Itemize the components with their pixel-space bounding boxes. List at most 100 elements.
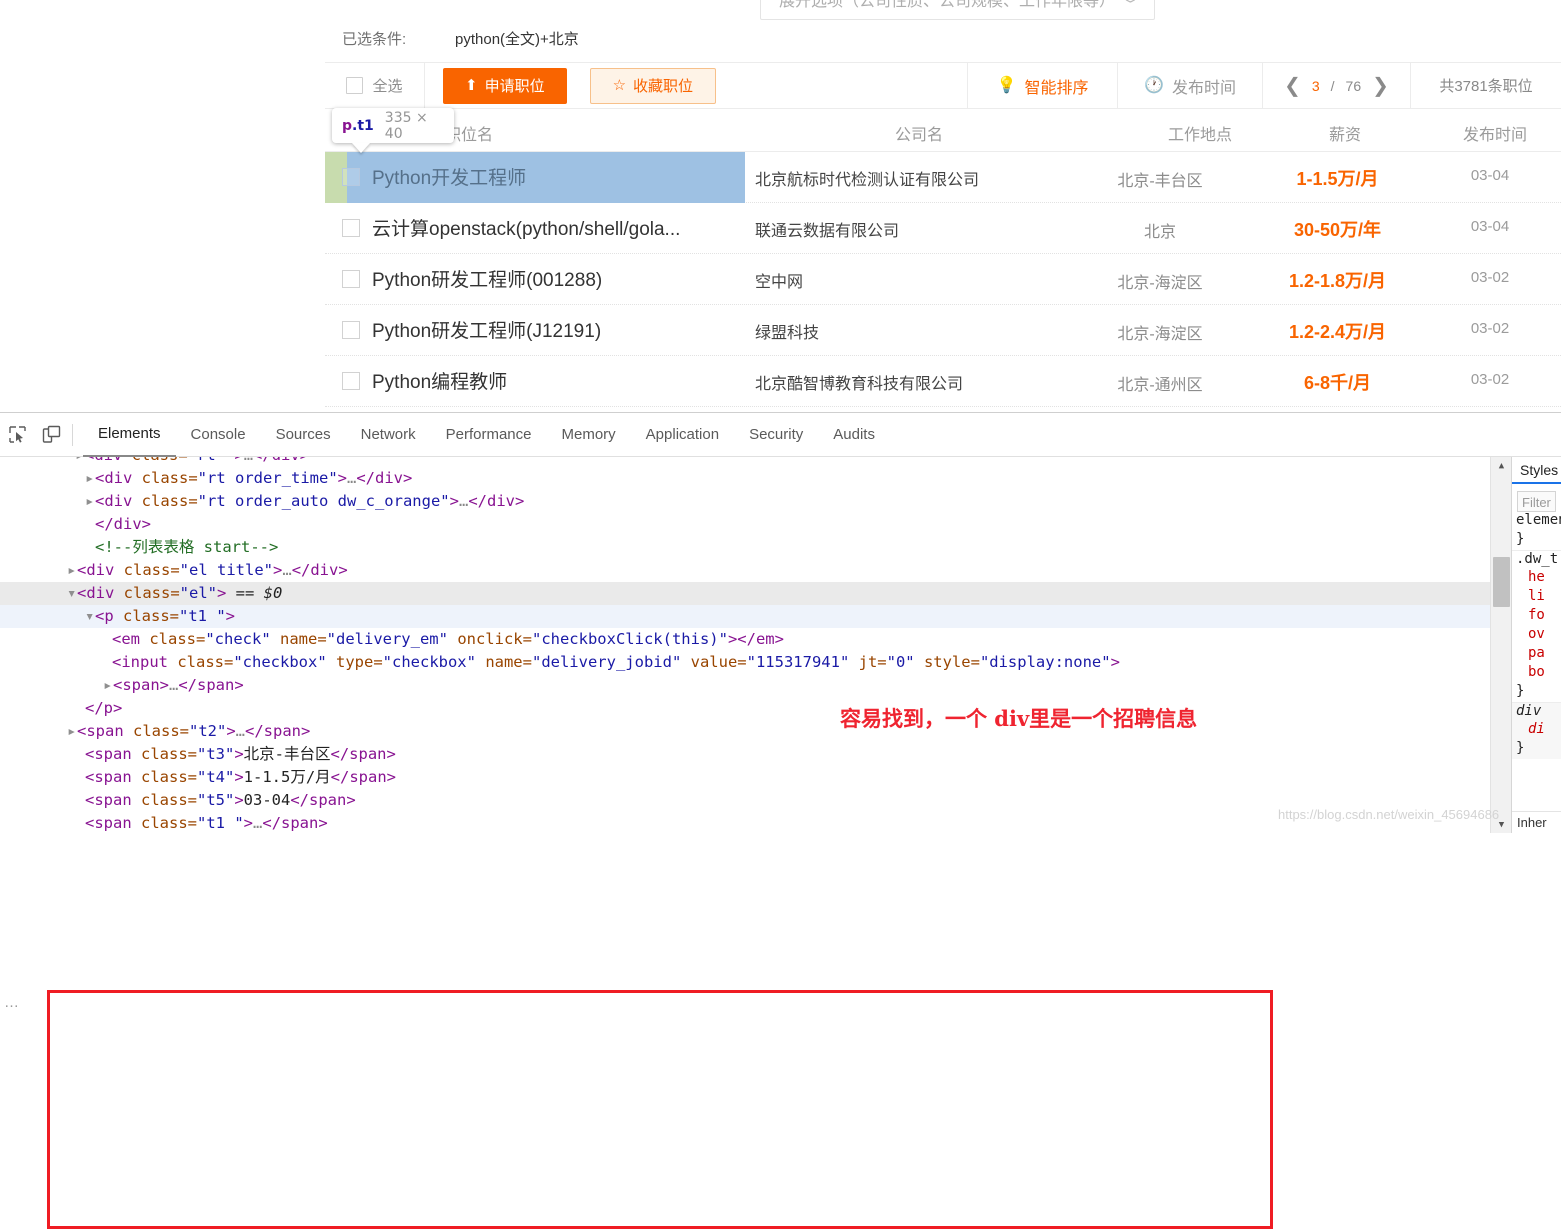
job-title[interactable]: Python开发工程师 (372, 163, 526, 190)
smart-sort-button[interactable]: 💡 智能排序 (968, 63, 1118, 108)
styles-property[interactable]: bo (1512, 664, 1561, 683)
company-name[interactable]: 空中网 (755, 268, 803, 292)
job-salary: 30-50万/年 (1293, 220, 1382, 240)
selected-condition-value: python(全文)+北京 (455, 31, 579, 48)
styles-property[interactable]: pa (1512, 645, 1561, 664)
row-checkbox[interactable] (342, 321, 360, 339)
tab-styles[interactable]: Styles (1512, 457, 1561, 484)
job-title[interactable]: 云计算openstack(python/shell/gola... (372, 214, 680, 241)
table-row[interactable]: Python开发工程师 北京航标时代检测认证有限公司 北京-丰台区 1-1.5万… (325, 152, 1561, 203)
dom-text-t5: 03-04 (243, 791, 291, 809)
dom-line[interactable]: <span class="t4">1-1.5万/月</span> (0, 766, 1490, 789)
dom-line[interactable]: <span class="t1 ">…</span> (0, 812, 1490, 833)
dom-line[interactable]: ▸<div class="rt order_time">…</div> (0, 467, 1490, 490)
favorite-job-label: 收藏职位 (633, 78, 694, 95)
dom-row-menu-icon[interactable]: … (4, 994, 20, 1011)
dom-tree[interactable]: ▸<div class="rt ">…</div> ▸<div class="r… (0, 457, 1490, 833)
dom-comment-line[interactable]: <!--列表表格 start--> (0, 536, 1490, 559)
dom-line[interactable]: <input class="checkbox" type="checkbox" … (0, 651, 1490, 674)
chevron-down-icon: ⌄ (1121, 0, 1140, 6)
scrollbar-thumb[interactable] (1493, 557, 1510, 607)
row-checkbox[interactable] (342, 372, 360, 390)
dom-line[interactable]: <em class="check" name="delivery_em" onc… (0, 628, 1490, 651)
inspect-element-icon[interactable] (0, 413, 34, 457)
table-row[interactable]: Python研发工程师(J12191) 绿盟科技 北京-海淀区 1.2-2.4万… (325, 305, 1561, 356)
job-date: 03-04 (1470, 218, 1510, 235)
styles-rule-close: } (1512, 740, 1561, 759)
tab-application[interactable]: Application (631, 413, 734, 457)
styles-pane: Styles Filter element } .dw_t he li fo o… (1511, 457, 1561, 833)
dom-line[interactable]: <span class="t3">北京-丰台区</span> (0, 743, 1490, 766)
tab-performance[interactable]: Performance (431, 413, 547, 457)
tab-memory[interactable]: Memory (547, 413, 631, 457)
favorite-job-button[interactable]: ☆ 收藏职位 (589, 67, 717, 104)
styles-filter-input[interactable]: Filter (1517, 491, 1556, 512)
prev-page-icon[interactable]: ❮ (1284, 73, 1301, 98)
job-title[interactable]: Python研发工程师(001288) (372, 265, 602, 292)
styles-property[interactable]: di (1512, 721, 1561, 740)
dom-text-t3: 北京-丰台区 (243, 745, 331, 763)
company-name[interactable]: 联通云数据有限公司 (755, 217, 899, 241)
apply-job-label: 申请职位 (484, 78, 545, 95)
styles-property[interactable]: fo (1512, 607, 1561, 626)
dom-line[interactable]: </div> (0, 513, 1490, 536)
select-all-checkbox[interactable] (346, 77, 364, 94)
styles-property[interactable]: li (1512, 588, 1561, 607)
styles-rule-selector[interactable]: div (1512, 702, 1561, 721)
dom-line[interactable]: ▸<div class="rt ">…</div> (0, 457, 1490, 467)
tab-audits[interactable]: Audits (818, 413, 890, 457)
apply-job-button[interactable]: ⬆ 申请职位 (443, 67, 567, 104)
dom-line[interactable]: <span class="t5">03-04</span> (0, 789, 1490, 812)
device-toolbar-icon[interactable] (34, 413, 68, 457)
tab-sources[interactable]: Sources (261, 413, 346, 457)
expand-filter-label: 展开选项（公司性质、公司规模、工作年限等） (779, 0, 1116, 10)
company-name[interactable]: 绿盟科技 (755, 319, 819, 343)
lightbulb-icon: 💡 (996, 76, 1017, 94)
row-checkbox[interactable] (342, 219, 360, 237)
company-name[interactable]: 北京酷智博教育科技有限公司 (755, 370, 963, 394)
row-checkbox[interactable] (342, 168, 360, 186)
select-all-control[interactable]: 全选 (325, 63, 425, 108)
dom-line[interactable]: ▸<div class="el title">…</div> (0, 559, 1490, 582)
job-title[interactable]: Python研发工程师(J12191) (372, 316, 601, 343)
scroll-up-icon[interactable]: ▲ (1491, 457, 1512, 474)
styles-rule-selector: element (1516, 512, 1561, 528)
upload-icon: ⬆ (465, 77, 478, 94)
styles-property[interactable]: he (1512, 569, 1561, 588)
next-page-icon[interactable]: ❯ (1372, 73, 1389, 98)
job-salary: 1.2-2.4万/月 (1288, 322, 1387, 342)
dom-line[interactable]: </p> (0, 697, 1490, 720)
tab-console[interactable]: Console (176, 413, 261, 457)
table-row[interactable]: Python研发工程师(001288) 空中网 北京-海淀区 1.2-1.8万/… (325, 254, 1561, 305)
job-location: 北京 (1143, 224, 1176, 241)
expand-filter-options[interactable]: 展开选项（公司性质、公司规模、工作年限等） ⌄ (760, 0, 1155, 20)
styles-property[interactable]: ov (1512, 626, 1561, 645)
tab-network[interactable]: Network (346, 413, 431, 457)
styles-rule-selector[interactable]: .dw_t (1512, 550, 1561, 569)
dom-line[interactable]: ▸<div class="rt order_auto dw_c_orange">… (0, 490, 1490, 513)
table-row[interactable]: 云计算openstack(python/shell/gola... 联通云数据有… (325, 203, 1561, 254)
job-date: 03-02 (1470, 320, 1510, 337)
row-checkbox[interactable] (342, 270, 360, 288)
dom-text-t4: 1-1.5万/月 (243, 768, 331, 786)
dom-scrollbar[interactable]: ▲ ▼ (1490, 457, 1511, 833)
company-name[interactable]: 北京航标时代检测认证有限公司 (755, 166, 979, 190)
job-location: 北京-通州区 (1117, 377, 1203, 394)
total-jobs-count: 共3781条职位 (1439, 78, 1533, 95)
dom-line[interactable]: ▾<p class="t1 "> (0, 605, 1490, 628)
tab-security[interactable]: Security (734, 413, 818, 457)
tooltip-dimensions: 335 × 40 (384, 109, 428, 142)
toolbar-spacer (716, 63, 968, 108)
post-time-sort-button[interactable]: 🕐 发布时间 (1118, 63, 1263, 108)
dom-line-selected[interactable]: ▾<div class="el"> == $0 (0, 582, 1490, 605)
annotation-text: 容易找到，一个 div里是一个招聘信息 (840, 706, 1198, 731)
table-row[interactable]: Python编程教师 北京酷智博教育科技有限公司 北京-通州区 6-8千/月 0… (325, 356, 1561, 407)
dom-line[interactable]: ▸<span>…</span> (0, 674, 1490, 697)
styles-rule-close: } (1516, 531, 1525, 547)
job-title[interactable]: Python编程教师 (372, 367, 507, 394)
dom-line[interactable]: ▸<span class="t2">…</span> (0, 720, 1490, 743)
job-salary: 1-1.5万/月 (1296, 169, 1379, 189)
smart-sort-label: 智能排序 (1024, 79, 1089, 97)
tab-elements[interactable]: Elements (83, 413, 176, 457)
results-toolbar: 全选 ⬆ 申请职位 ☆ 收藏职位 💡 智能排序 🕐 发布时间 ❮ 3 / 76 … (325, 62, 1561, 109)
